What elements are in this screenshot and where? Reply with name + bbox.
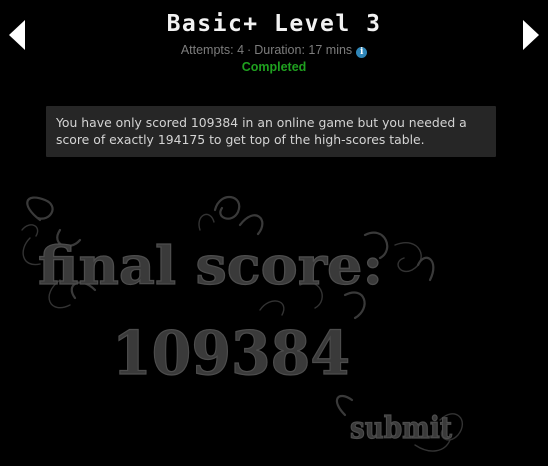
meta-separator: · xyxy=(247,43,252,57)
final-score-heading: final score: xyxy=(38,236,383,297)
attempts-count: Attempts: 4 xyxy=(180,43,245,57)
info-icon[interactable]: i xyxy=(356,47,368,58)
completion-status: Completed xyxy=(241,60,307,74)
final-score-graphic: final score: 109384 submit xyxy=(21,195,464,452)
game-screen: Basic+ Level 3 Attempts: 4 · Duration: 17 … xyxy=(0,0,548,466)
level-title: Basic+ Level 3 xyxy=(166,11,382,37)
score-message: You have only scored 109384 in an online… xyxy=(46,106,496,157)
duration-text: Duration: 17 mins xyxy=(254,43,353,57)
submit-button[interactable]: submit xyxy=(349,410,452,446)
final-score-artwork: final score: 109384 submit xyxy=(0,190,548,466)
level-meta: Attempts: 4 · Duration: 17 mins i xyxy=(0,43,548,58)
final-score-value: 109384 xyxy=(112,319,350,389)
